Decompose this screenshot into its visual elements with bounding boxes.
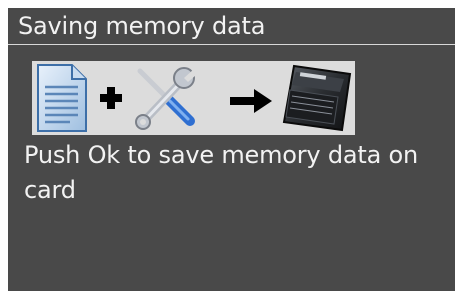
document-icon	[37, 64, 87, 132]
dialog-screen: Saving memory data Push Ok to save memor…	[8, 8, 455, 291]
process-illustration	[32, 61, 355, 135]
instruction-text: Push Ok to save memory data on card	[24, 141, 419, 204]
plus-icon	[100, 87, 122, 109]
dialog-title: Saving memory data	[18, 12, 266, 40]
title-divider	[8, 44, 455, 45]
arrow-right-icon	[230, 89, 272, 113]
memory-card-icon	[282, 64, 352, 132]
tools-icon	[135, 67, 196, 130]
